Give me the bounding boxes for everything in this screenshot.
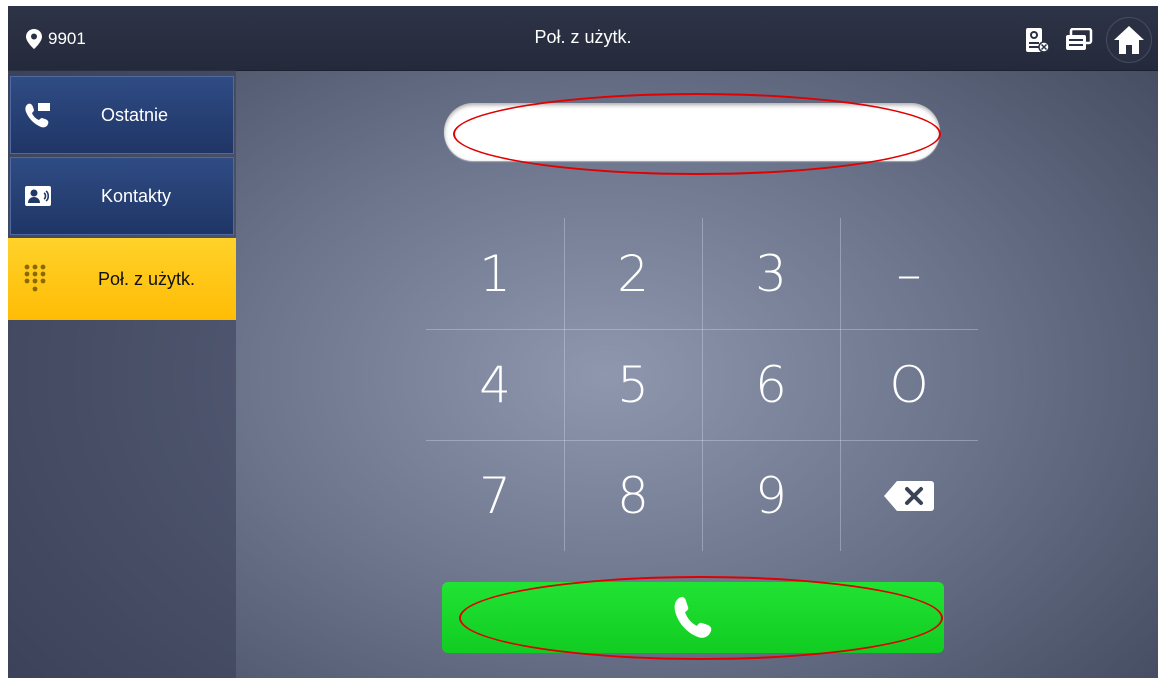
home-icon [1114,26,1144,54]
key-1[interactable]: 1 [426,218,564,329]
call-button[interactable] [442,582,944,653]
key-8[interactable]: 8 [564,440,702,551]
sidebar-item-recent[interactable]: Ostatnie [10,76,234,154]
key-0[interactable]: O [840,329,978,440]
key-dash[interactable]: – [840,218,978,329]
key-9[interactable]: 9 [702,440,840,551]
cards-icon[interactable] [1064,25,1094,55]
monitor-camera-icon[interactable] [1022,25,1052,55]
sidebar-item-contacts[interactable]: Kontakty [10,157,234,235]
key-3[interactable]: 3 [702,218,840,329]
sidebar: Ostatnie Kontakty Poł. z użytk. [8,70,236,678]
top-bar: 9901 Poł. z użytk. [8,6,1158,71]
backspace-button[interactable] [840,440,978,551]
sidebar-item-label: Ostatnie [101,104,169,125]
dialpad-icon [20,264,50,294]
sidebar-item-call-user[interactable]: Poł. z użytk. [8,238,236,320]
recent-calls-icon [23,100,53,130]
key-6[interactable]: 6 [702,329,840,440]
home-button[interactable] [1106,17,1152,63]
sidebar-item-label: Poł. z użytk. [98,268,196,289]
sidebar-item-label: Kontakty [101,185,172,206]
number-input[interactable] [444,103,940,161]
key-2[interactable]: 2 [564,218,702,329]
page-title: Poł. z użytk. [534,27,632,47]
contacts-icon [23,181,53,211]
phone-icon [674,596,712,638]
key-7[interactable]: 7 [426,440,564,551]
key-4[interactable]: 4 [426,329,564,440]
intercom-screen: 9901 Poł. z użytk. Ostatnie Kontakty Poł… [8,6,1158,678]
backspace-icon [884,480,934,511]
top-icons [1022,17,1152,63]
keypad: 1 2 3 – 4 5 6 O 7 8 9 [426,218,978,551]
key-5[interactable]: 5 [564,329,702,440]
